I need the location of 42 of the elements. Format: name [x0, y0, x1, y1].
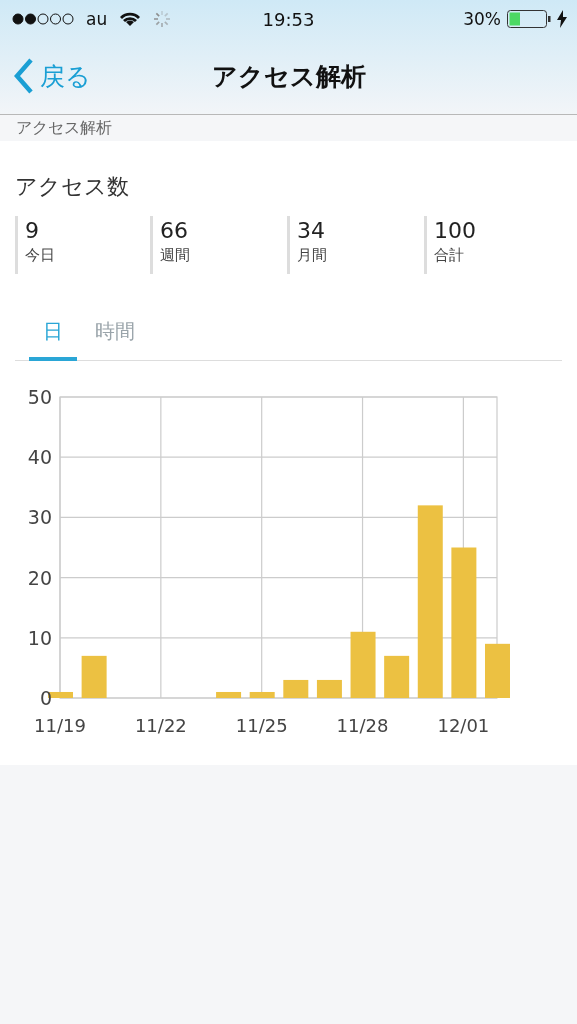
y-tick-label: 40: [27, 446, 52, 469]
bar: [485, 643, 510, 698]
loading-spinner-icon: [153, 10, 172, 28]
clock-time: 19:53: [262, 8, 315, 30]
section-heading: アクセス解析: [16, 117, 112, 139]
y-tick-label: 10: [27, 626, 52, 649]
bar: [283, 679, 309, 698]
bar: [249, 692, 275, 698]
stat-value: 9: [25, 218, 40, 243]
battery-icon: [507, 10, 551, 28]
stat-label: 週間: [160, 246, 191, 265]
x-tick-label: 11/25: [235, 715, 288, 736]
stat-value: 34: [297, 218, 326, 243]
tab[interactable]: 時間: [81, 314, 149, 361]
chevron-left-icon: [14, 58, 34, 94]
charging-bolt-icon: [557, 10, 567, 28]
y-tick-label: 50: [27, 386, 52, 408]
carrier-name: au: [86, 9, 108, 29]
back-button[interactable]: 戻る: [14, 58, 91, 94]
bar: [81, 655, 107, 698]
stat-label: 合計: [434, 246, 465, 265]
bar: [216, 692, 242, 698]
y-tick-label: 0: [39, 687, 52, 709]
stat-value: 66: [160, 218, 189, 243]
wifi-icon: [119, 11, 142, 27]
x-tick-label: 11/19: [34, 715, 86, 736]
x-tick-label: 11/22: [134, 715, 187, 736]
bar: [384, 655, 410, 698]
tab[interactable]: 日: [29, 314, 77, 361]
stat-label: 今日: [25, 246, 56, 265]
battery-percent: 30%: [463, 9, 501, 29]
x-tick-label: 12/01: [437, 715, 490, 736]
y-tick-label: 20: [27, 566, 52, 589]
signal-icon: [12, 13, 74, 25]
stat-label: 月間: [297, 246, 328, 265]
stat-value: 100: [434, 218, 477, 243]
x-tick-label: 11/28: [336, 715, 389, 736]
page-title: アクセス解析: [211, 60, 366, 93]
section-title: アクセス数: [15, 173, 130, 201]
y-tick-label: 30: [27, 506, 52, 529]
bar: [350, 631, 376, 698]
bar: [316, 679, 342, 698]
